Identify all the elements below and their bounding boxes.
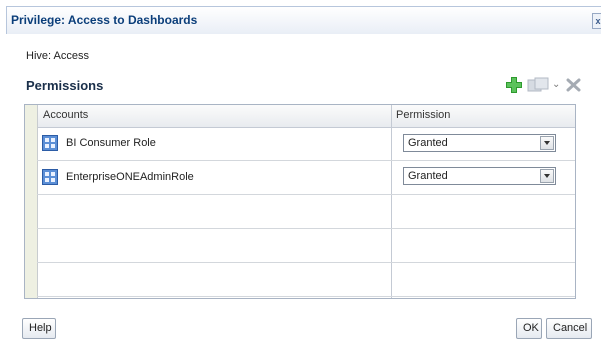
account-name: EnterpriseONEAdminRole bbox=[66, 171, 194, 183]
permission-select-value: Granted bbox=[408, 170, 448, 182]
permissions-table: Accounts Permission BI Consumer Role Gra… bbox=[24, 104, 576, 299]
chevron-down-icon[interactable]: ⌄ bbox=[552, 76, 562, 94]
hive-label: Hive: Access bbox=[26, 50, 89, 62]
dialog-titlebar: Privilege: Access to Dashboards x bbox=[6, 6, 601, 34]
dropdown-arrow-icon[interactable] bbox=[540, 169, 554, 183]
table-row[interactable]: BI Consumer Role Granted bbox=[37, 127, 575, 161]
table-row[interactable] bbox=[37, 263, 575, 297]
dropdown-arrow-icon[interactable] bbox=[540, 136, 554, 150]
table-row[interactable] bbox=[37, 229, 575, 263]
add-icon[interactable] bbox=[505, 76, 523, 94]
ok-button[interactable]: OK bbox=[516, 318, 542, 339]
privilege-dialog: Privilege: Access to Dashboards x Hive: … bbox=[0, 0, 601, 343]
permission-select[interactable]: Granted bbox=[403, 134, 556, 152]
role-icon bbox=[42, 135, 58, 151]
column-header-permission[interactable]: Permission bbox=[396, 109, 450, 121]
account-name: BI Consumer Role bbox=[66, 137, 156, 149]
delete-icon[interactable] bbox=[566, 77, 581, 93]
permission-select-value: Granted bbox=[408, 137, 448, 149]
help-button[interactable]: Help bbox=[22, 318, 56, 339]
table-row[interactable]: EnterpriseONEAdminRole Granted bbox=[37, 161, 575, 195]
permission-select[interactable]: Granted bbox=[403, 167, 556, 185]
cancel-button[interactable]: Cancel bbox=[546, 318, 592, 339]
dialog-title: Privilege: Access to Dashboards bbox=[11, 13, 198, 27]
column-header-accounts[interactable]: Accounts bbox=[43, 109, 88, 121]
role-icon bbox=[42, 169, 58, 185]
permissions-heading: Permissions bbox=[26, 78, 104, 93]
duplicate-icon[interactable] bbox=[527, 77, 551, 93]
table-row[interactable] bbox=[37, 195, 575, 229]
dialog-footer: Help OK Cancel bbox=[22, 318, 601, 343]
table-header: Accounts Permission bbox=[25, 105, 575, 128]
close-icon[interactable]: x bbox=[592, 13, 601, 29]
